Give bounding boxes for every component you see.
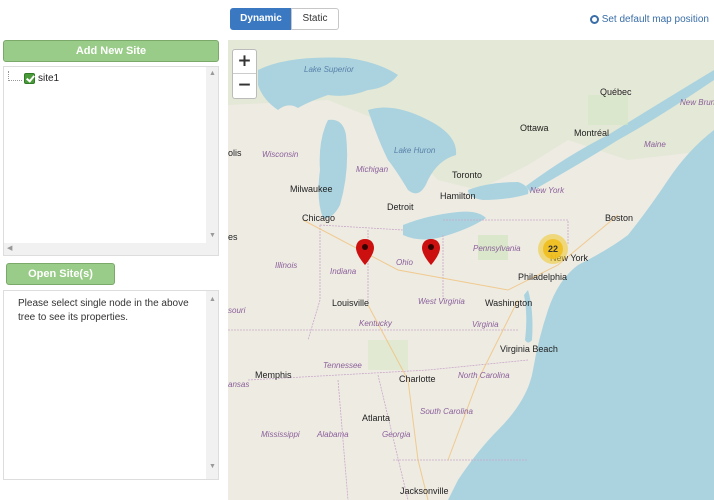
add-new-site-button[interactable]: Add New Site bbox=[3, 40, 219, 62]
static-toggle-button[interactable]: Static bbox=[291, 8, 339, 30]
set-default-label: Set default map position bbox=[601, 14, 709, 25]
map-label: Lake Huron bbox=[394, 146, 436, 155]
zoom-in-button[interactable]: + bbox=[233, 50, 256, 74]
tree-vertical-scrollbar[interactable]: ▲ ▼ bbox=[206, 67, 218, 243]
map-label: Toronto bbox=[452, 170, 483, 180]
map-label: New York bbox=[530, 186, 565, 195]
map-label: Mississippi bbox=[261, 430, 300, 439]
scroll-up-icon[interactable]: ▲ bbox=[209, 296, 216, 304]
map-label: Detroit bbox=[387, 202, 414, 212]
map-label: Virginia bbox=[472, 320, 499, 329]
map-label: Virginia Beach bbox=[500, 344, 558, 354]
map-label: olis bbox=[228, 148, 242, 158]
map-label: Washington bbox=[485, 298, 533, 308]
map-label: Chicago bbox=[302, 213, 336, 223]
map-label: Boston bbox=[605, 213, 634, 223]
map-toolbar: Dynamic Static Set default map position bbox=[228, 0, 714, 40]
map-label: Hamilton bbox=[440, 191, 476, 201]
map-label: Michigan bbox=[356, 165, 389, 174]
map-label: New Brunswick bbox=[680, 98, 714, 107]
map-label: Atlanta bbox=[362, 413, 391, 423]
marker-cluster[interactable]: 22 bbox=[538, 234, 568, 264]
map-label: Memphis bbox=[255, 370, 292, 380]
properties-text: Please select single node in the above t… bbox=[18, 298, 189, 323]
map-label: South Carolina bbox=[420, 407, 473, 416]
map-label: Charlotte bbox=[399, 374, 436, 384]
map-marker-pin-icon[interactable] bbox=[421, 238, 441, 266]
map-label: Georgia bbox=[382, 430, 411, 439]
map-basemap bbox=[228, 40, 714, 500]
map-label: West Virginia bbox=[418, 297, 465, 306]
map-label: es bbox=[228, 232, 238, 242]
map-marker-pin-icon[interactable] bbox=[355, 238, 375, 266]
set-default-map-position-link[interactable]: Set default map position bbox=[589, 14, 709, 25]
tree-node-site1[interactable]: site1 bbox=[8, 70, 60, 84]
tree-horizontal-scrollbar[interactable]: ◀ bbox=[4, 243, 218, 255]
map-label: North Carolina bbox=[458, 371, 510, 380]
left-panel: Add New Site site1 ▲ ▼ ◀ Open Site(s) Pl… bbox=[0, 0, 228, 500]
site-tree[interactable]: site1 ▲ ▼ ◀ bbox=[3, 66, 219, 256]
tree-connector bbox=[8, 70, 22, 81]
dynamic-toggle-button[interactable]: Dynamic bbox=[230, 8, 292, 30]
map-label: ansas bbox=[228, 380, 250, 389]
map-label: Maine bbox=[644, 140, 666, 149]
map-label: Pennsylvania bbox=[473, 244, 521, 253]
map-label: Ottawa bbox=[520, 123, 549, 133]
map-label: souri bbox=[228, 306, 246, 315]
zoom-out-button[interactable]: − bbox=[233, 74, 256, 98]
map-label: Illinois bbox=[275, 261, 298, 270]
tree-node-label: site1 bbox=[38, 73, 60, 84]
map-label: Alabama bbox=[317, 430, 349, 439]
scroll-up-icon[interactable]: ▲ bbox=[209, 70, 216, 78]
scroll-down-icon[interactable]: ▼ bbox=[209, 232, 216, 240]
properties-scrollbar[interactable]: ▲ ▼ bbox=[206, 291, 218, 479]
properties-panel: Please select single node in the above t… bbox=[3, 290, 219, 480]
map-label: Québec bbox=[600, 87, 632, 97]
cluster-count: 22 bbox=[543, 239, 563, 259]
zoom-control: + − bbox=[232, 49, 257, 99]
map-label: Kentucky bbox=[359, 319, 392, 328]
map-label: Philadelphia bbox=[518, 272, 568, 282]
map-label: Lake Superior bbox=[304, 65, 354, 74]
scroll-left-icon[interactable]: ◀ bbox=[7, 245, 12, 253]
map-label: Jacksonville bbox=[400, 486, 449, 496]
map-label: Milwaukee bbox=[290, 184, 333, 194]
gear-icon bbox=[589, 15, 599, 24]
map-label: Tennessee bbox=[323, 361, 362, 370]
map-label: Wisconsin bbox=[262, 150, 299, 159]
open-sites-button[interactable]: Open Site(s) bbox=[6, 263, 115, 285]
map-label: Indiana bbox=[330, 267, 357, 276]
map-label: Ohio bbox=[396, 258, 413, 267]
map-label: Montréal bbox=[574, 128, 610, 138]
scroll-down-icon[interactable]: ▼ bbox=[209, 463, 216, 471]
map-canvas[interactable]: + − Lake Superior Lake Huron Michigan Qu… bbox=[228, 40, 714, 500]
map-label: Louisville bbox=[332, 298, 370, 308]
checkbox-checked-icon[interactable] bbox=[24, 73, 35, 84]
